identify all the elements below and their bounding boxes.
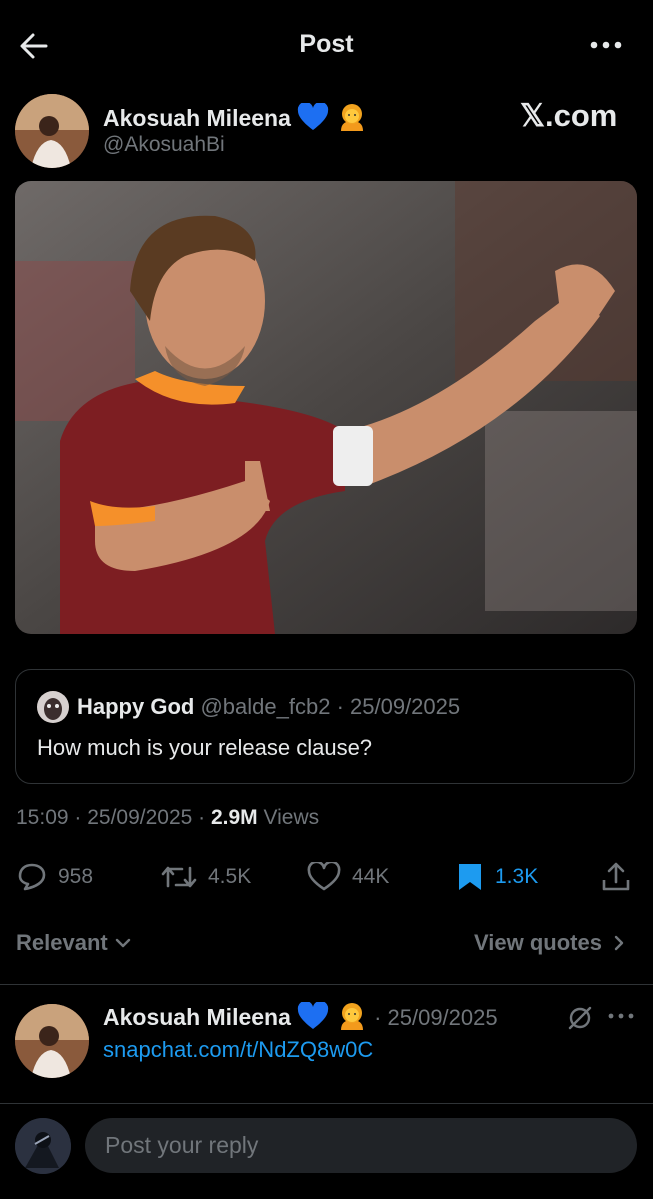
divider [0,984,653,985]
author-name[interactable]: Akosuah Mileena [103,105,291,131]
quoted-post[interactable] [15,669,635,784]
reply-input[interactable]: Post your reply [85,1118,637,1173]
grok-icon[interactable] [566,1004,594,1037]
quote-date: · 25/09/2025 [336,694,461,719]
person-emoji-icon [336,1000,368,1038]
post-meta: 15:09 · 25/09/2025 · 2.9M Views [16,806,319,830]
blue-heart-icon [297,1000,329,1036]
my-avatar[interactable] [15,1118,71,1174]
x-watermark: 𝕏.com [520,98,618,133]
reply-avatar[interactable] [15,1004,89,1078]
relevant-label: Relevant [16,930,108,955]
post-timestamp: 15:09 · 25/09/2025 · [16,806,211,829]
bookmark-count: 1.3K [495,865,539,888]
repost-button[interactable]: 4.5K [160,862,251,892]
like-button[interactable]: 44K [306,862,389,892]
reply-count: 958 [58,865,94,888]
reply-more-icon[interactable] [606,1004,636,1033]
repost-icon [161,866,197,888]
quote-author-name[interactable]: Happy God [77,694,194,719]
more-icon[interactable] [586,30,626,60]
like-icon [307,862,341,891]
composer-divider [0,1103,653,1104]
view-quotes-link[interactable]: View quotes [474,930,630,956]
blue-heart-icon [297,101,329,137]
views-count: 2.9M [210,806,258,829]
author-avatar[interactable] [15,94,89,168]
post-image[interactable] [15,181,637,634]
quote-author-handle[interactable]: @balde_fcb2 [200,694,330,719]
chevron-right-icon [614,935,624,951]
bookmark-button[interactable]: 1.3K [455,862,538,892]
relevant-dropdown[interactable]: Relevant [16,930,134,956]
view-quotes-label: View quotes [474,930,602,955]
bookmark-icon [459,864,481,890]
like-count: 44K [352,865,390,888]
share-icon [602,862,630,891]
quote-text: How much is your release clause? [37,735,373,760]
person-emoji-icon [336,101,368,139]
page-title: Post [299,30,354,58]
repost-count: 4.5K [208,865,252,888]
author-handle[interactable]: @AkosuahBi [103,133,225,157]
reply-icon [18,863,46,891]
share-button[interactable] [600,862,642,892]
reply-date: · 25/09/2025 [374,1005,498,1031]
reply-button[interactable]: 958 [16,862,93,892]
views-label: Views [257,806,320,829]
reply-author-name[interactable]: Akosuah Mileena [103,1004,291,1030]
reply-link[interactable]: snapchat.com/t/NdZQ8w0C [103,1037,373,1063]
quote-avatar[interactable] [37,691,69,723]
chevron-down-icon [115,938,130,948]
